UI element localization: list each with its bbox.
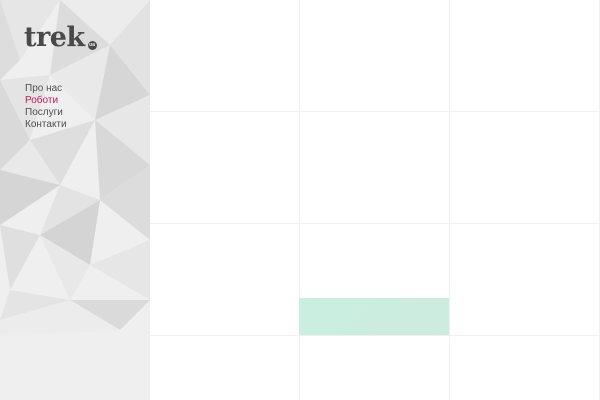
grid-divider xyxy=(150,111,600,112)
grid-divider xyxy=(150,335,600,336)
logo-text: trek xyxy=(24,22,85,53)
nav-item-about[interactable]: Про нас xyxy=(25,83,67,95)
grid-divider xyxy=(449,0,450,400)
nav-item-works[interactable]: Роботи xyxy=(25,95,67,107)
nav-item-contacts[interactable]: Контакти xyxy=(25,119,67,131)
sidebar: trek ua Про нас Роботи Послуги Контакти xyxy=(0,0,150,400)
polygon-background-pattern xyxy=(0,0,150,335)
logo-badge: ua xyxy=(87,41,97,50)
nav-item-services[interactable]: Послуги xyxy=(25,107,67,119)
portfolio-tile[interactable] xyxy=(299,298,449,335)
portfolio-grid xyxy=(150,0,600,400)
grid-divider xyxy=(299,0,300,400)
grid-divider xyxy=(150,223,600,224)
main-nav: Про нас Роботи Послуги Контакти xyxy=(25,83,67,131)
trek-logo[interactable]: trek ua xyxy=(24,24,97,54)
